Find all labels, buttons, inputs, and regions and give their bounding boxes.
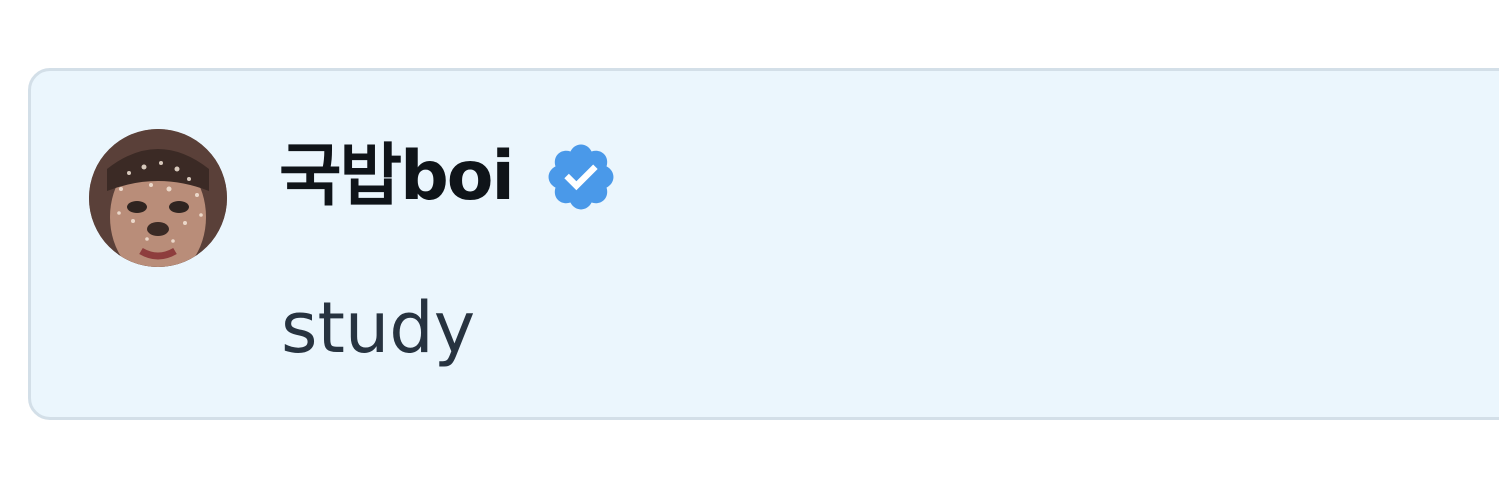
author-row: 국밥boi bbox=[279, 137, 619, 217]
avatar[interactable] bbox=[89, 129, 227, 267]
avatar-image bbox=[89, 129, 227, 267]
verified-badge-icon bbox=[548, 144, 614, 210]
post-card[interactable]: 국밥boi study bbox=[28, 68, 1499, 420]
author-display-name[interactable]: 국밥boi bbox=[279, 143, 515, 211]
message-text: study bbox=[281, 287, 476, 369]
